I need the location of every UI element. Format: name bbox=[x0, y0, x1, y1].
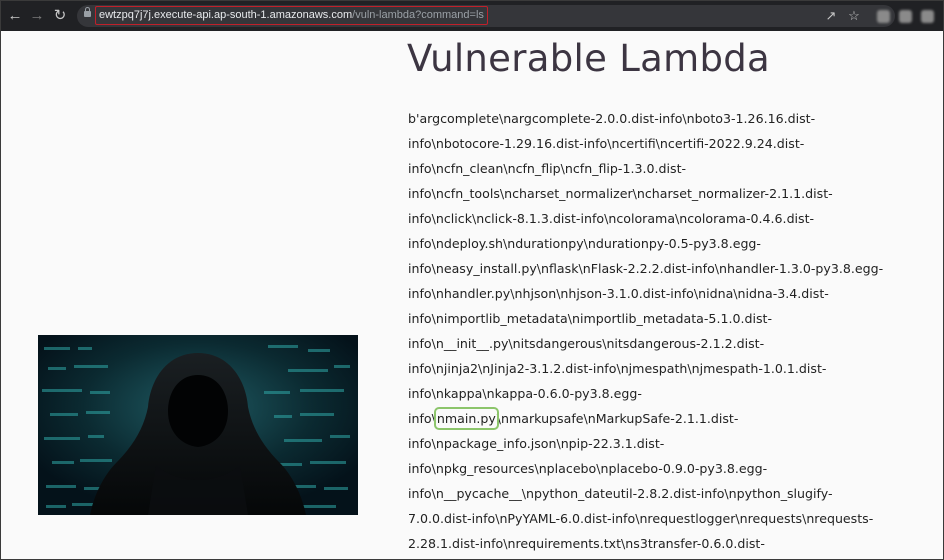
listing-text: info\ bbox=[408, 411, 436, 426]
listing-line: info\neasy_install.py\nflask\nFlask-2.2.… bbox=[408, 261, 884, 276]
listing-line: info\nbotocore-1.29.16.dist-info\ncertif… bbox=[408, 136, 805, 151]
share-icon[interactable]: ↗ bbox=[823, 7, 839, 25]
back-arrow-icon[interactable]: ← bbox=[6, 7, 24, 25]
extension-icon[interactable] bbox=[899, 10, 912, 23]
listing-line: info\ndeploy.sh\ndurationpy\ndurationpy-… bbox=[408, 236, 761, 251]
extension-icon[interactable] bbox=[877, 10, 890, 23]
reload-icon[interactable]: ↻ bbox=[51, 7, 69, 25]
listing-line: 7.0.0.dist-info\nPyYAML-6.0.dist-info\nr… bbox=[408, 511, 874, 526]
url-host: ewtzpq7j7j.execute-api.ap-south-1.amazon… bbox=[99, 9, 353, 21]
directory-listing: b'argcomplete\nargcomplete-2.0.0.dist-in… bbox=[408, 106, 918, 556]
listing-line: info\nmain.py\nmarkupsafe\nMarkupSafe-2.… bbox=[408, 406, 918, 431]
listing-line: info\n__pycache__\npython_dateutil-2.8.2… bbox=[408, 486, 833, 501]
listing-line: info\ncfn_clean\ncfn_flip\ncfn_flip-1.3.… bbox=[408, 161, 687, 176]
address-bar[interactable]: ewtzpq7j7j.execute-api.ap-south-1.amazon… bbox=[77, 5, 895, 27]
url-highlight-box[interactable]: ewtzpq7j7j.execute-api.ap-south-1.amazon… bbox=[95, 6, 488, 25]
page-title: Vulnerable Lambda bbox=[407, 37, 770, 80]
url-path: /vuln-lambda?command=ls bbox=[352, 9, 484, 21]
listing-line: info\njinja2\nJinja2-3.1.2.dist-info\njm… bbox=[408, 361, 827, 376]
listing-line: info\nclick\nclick-8.1.3.dist-info\ncolo… bbox=[408, 211, 815, 226]
listing-line: info\npackage_info.json\npip-22.3.1.dist… bbox=[408, 436, 665, 451]
page-content: Vulnerable Lambda b'argcomplete\nargcomp… bbox=[1, 31, 943, 559]
listing-line: b'argcomplete\nargcomplete-2.0.0.dist-in… bbox=[408, 111, 816, 126]
browser-toolbar: ← → ↻ ewtzpq7j7j.execute-api.ap-south-1.… bbox=[1, 1, 943, 31]
listing-line: info\nkappa\nkappa-0.6.0-py3.8.egg- bbox=[408, 386, 642, 401]
forward-arrow-icon[interactable]: → bbox=[28, 7, 46, 25]
highlighted-file: nmain.py bbox=[433, 407, 499, 430]
star-icon[interactable]: ☆ bbox=[846, 7, 862, 25]
listing-line: info\n__init__.py\nitsdangerous\nitsdang… bbox=[408, 336, 765, 351]
browser-window: ← → ↻ ewtzpq7j7j.execute-api.ap-south-1.… bbox=[0, 0, 944, 560]
listing-line: info\ncfn_tools\ncharset_normalizer\ncha… bbox=[408, 186, 833, 201]
listing-line: info\nimportlib_metadata\nimportlib_meta… bbox=[408, 311, 773, 326]
listing-line: 2.28.1.dist-info\nrequirements.txt\ns3tr… bbox=[408, 536, 765, 551]
lock-icon[interactable] bbox=[84, 7, 91, 17]
listing-line: info\npkg_resources\nplacebo\nplacebo-0.… bbox=[408, 461, 768, 476]
listing-text: \nmarkupsafe\nMarkupSafe-2.1.1.dist- bbox=[496, 411, 739, 426]
listing-line: info\nhandler.py\nhjson\nhjson-3.1.0.dis… bbox=[408, 286, 829, 301]
extension-icon[interactable] bbox=[921, 10, 934, 23]
hooded-hacker-image bbox=[38, 335, 358, 515]
hacker-illustration bbox=[38, 335, 358, 515]
